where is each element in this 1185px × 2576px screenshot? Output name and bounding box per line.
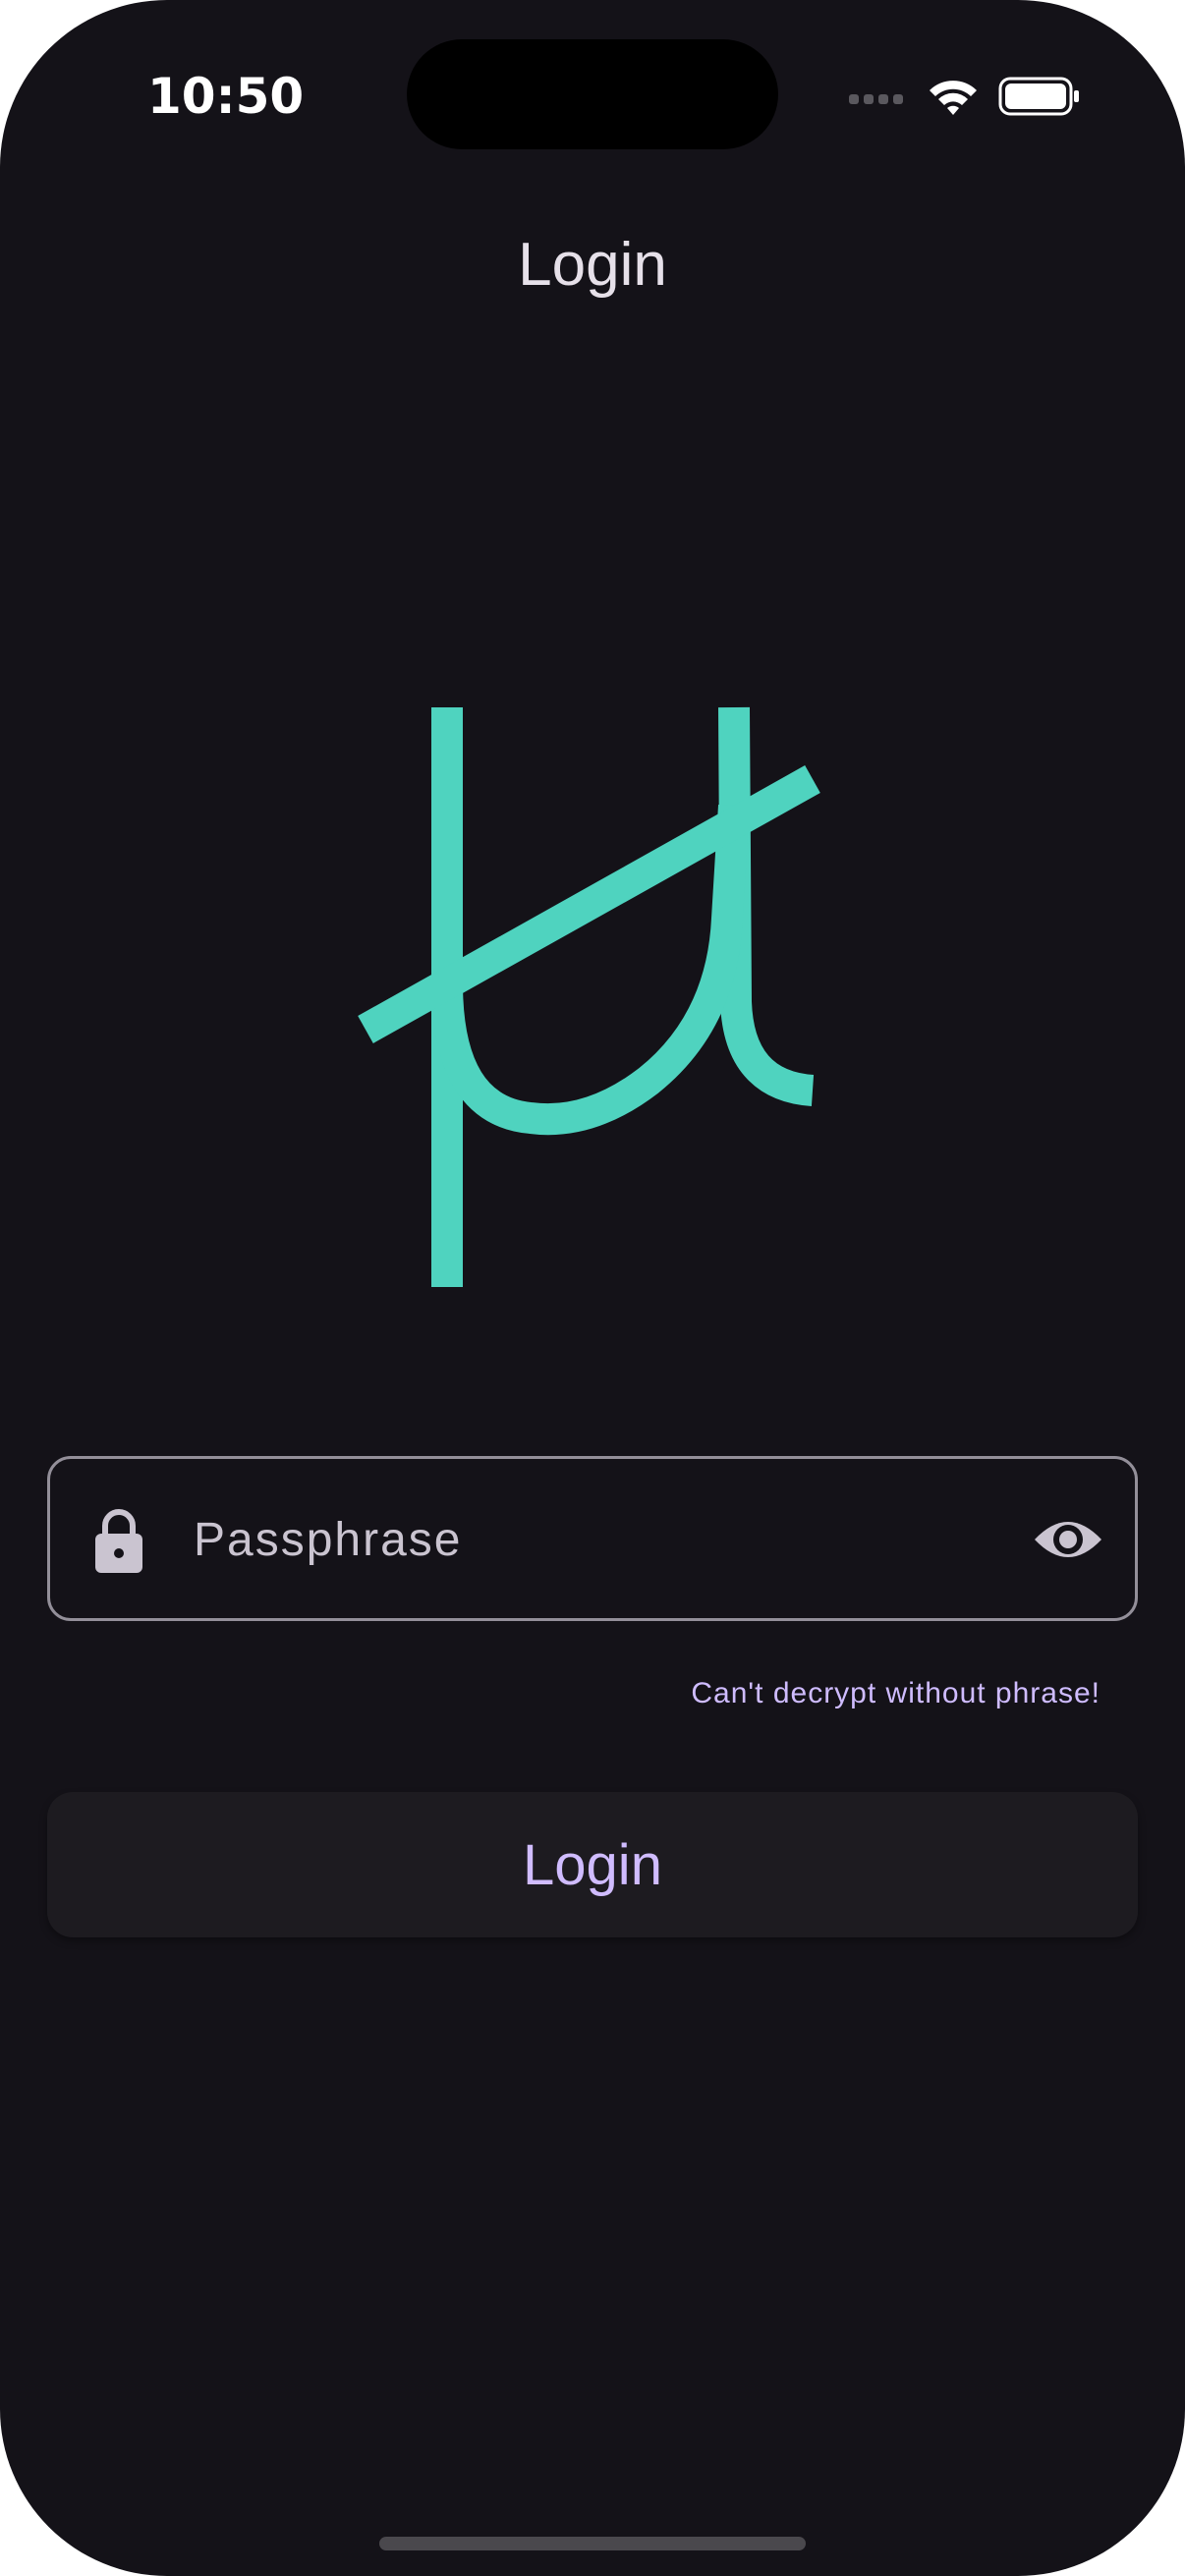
battery-icon (998, 77, 1079, 116)
passphrase-field[interactable] (47, 1456, 1138, 1621)
passphrase-input[interactable] (192, 1488, 997, 1591)
cellular-signal-icon (849, 94, 903, 104)
passphrase-helper-text: Can't decrypt without phrase! (691, 1677, 1100, 1709)
home-indicator[interactable] (379, 2537, 806, 2550)
app-logo-icon (358, 706, 820, 1287)
status-time: 10:50 (147, 68, 305, 125)
screen: 10:50 Login Can't decrypt without phrase… (0, 0, 1185, 2576)
lock-icon (95, 1509, 142, 1573)
eye-icon[interactable] (1033, 1508, 1103, 1571)
dynamic-island (407, 39, 778, 149)
status-bar-icons (845, 69, 1081, 122)
page-title: Login (518, 231, 667, 299)
wifi-icon (930, 81, 977, 115)
login-button[interactable]: Login (47, 1792, 1138, 1937)
